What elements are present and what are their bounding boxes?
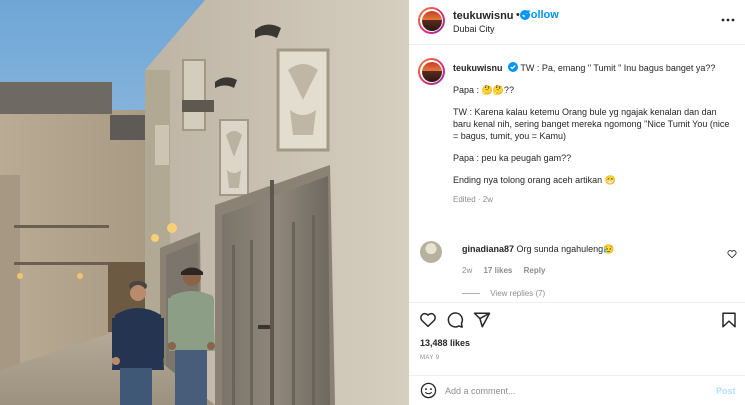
add-comment-bar: Post (409, 375, 745, 405)
author-username[interactable]: teukuwisnu (453, 10, 514, 22)
comment-reply-button[interactable]: Reply (524, 266, 546, 275)
bookmark-icon[interactable] (720, 311, 738, 329)
comment-age: 2w (462, 266, 473, 275)
comment-like-heart-icon[interactable] (727, 249, 737, 259)
commenter-avatar[interactable] (420, 241, 442, 263)
comment-icon[interactable] (446, 311, 464, 329)
replies-divider (462, 293, 480, 294)
caption-username[interactable]: teukuwisnu (453, 63, 503, 73)
view-replies-button[interactable]: View replies (7) (462, 289, 545, 298)
caption-line: TW : Karena kalau ketemu Orang bule yg n… (453, 107, 730, 141)
caption-line: Ending nya tolong orang aceh artikan 😁 (453, 175, 616, 185)
location-link[interactable]: Dubai City (453, 24, 495, 34)
post-actions-bar: 13,488 likes MAY 9 (409, 302, 745, 374)
caption-author-avatar[interactable] (418, 58, 445, 85)
heart-icon[interactable] (419, 311, 437, 329)
comments-section[interactable]: teukuwisnu TW : Pa, emang " Tumit " Inu … (409, 46, 745, 302)
author-avatar[interactable] (418, 7, 445, 34)
post-photo[interactable] (0, 0, 409, 405)
caption-line: TW : Pa, emang " Tumit " Inu bagus bange… (520, 63, 716, 73)
caption-line: Papa : peu ka peugah gam?? (453, 153, 572, 163)
commenter-username[interactable]: ginadiana87 (462, 244, 514, 254)
emoji-icon[interactable] (420, 382, 437, 399)
caption-line: Papa : 🤔🤔?? (453, 85, 514, 95)
caption-edited-meta: Edited · 2w (453, 195, 494, 204)
follow-button[interactable]: Follow (524, 9, 559, 21)
share-icon[interactable] (473, 311, 491, 329)
view-replies-label: View replies (7) (490, 289, 546, 298)
street-photo-image (0, 0, 409, 405)
comment-meta: 2w 17 likes Reply (462, 266, 554, 275)
comment-likes[interactable]: 17 likes (483, 266, 512, 275)
more-options-icon[interactable] (721, 13, 735, 27)
post-details-panel: teukuwisnu • Follow Dubai City teukuwisn… (409, 0, 745, 405)
likes-count[interactable]: 13,488 likes (420, 338, 470, 348)
post-date: MAY 9 (420, 355, 440, 361)
verified-badge-icon (508, 62, 519, 72)
comment-input[interactable] (445, 383, 705, 399)
post-caption: teukuwisnu TW : Pa, emang " Tumit " Inu … (453, 62, 733, 206)
comment-body: ginadiana87 Org sunda ngahuleng😥 (462, 244, 614, 255)
post-comment-button[interactable]: Post (716, 386, 736, 396)
comment-text: Org sunda ngahuleng😥 (516, 244, 615, 254)
post-header: teukuwisnu • Follow Dubai City (409, 0, 745, 45)
separator-dot: • (516, 9, 520, 21)
